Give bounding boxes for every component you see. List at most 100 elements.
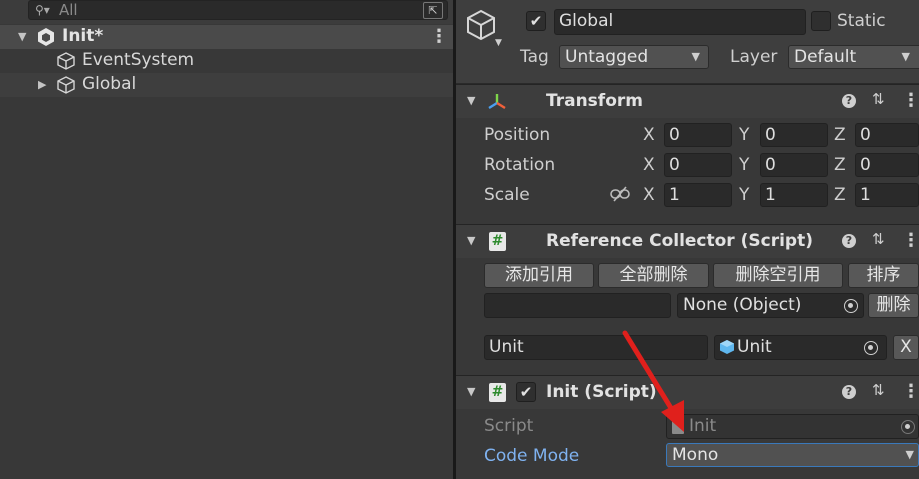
cs-script-icon xyxy=(672,420,684,434)
prefab-cube-icon xyxy=(719,339,735,359)
remove-entry-button[interactable]: X xyxy=(893,335,919,360)
constrain-proportions-icon[interactable] xyxy=(610,186,630,207)
object-picker-icon[interactable] xyxy=(844,299,858,313)
chevron-down-icon: ▼ xyxy=(691,50,700,63)
transform-icon xyxy=(486,91,508,118)
axis-x-label[interactable]: X xyxy=(643,185,655,205)
component-menu-icon[interactable]: ⋮ xyxy=(902,232,919,250)
tag-value: Untagged xyxy=(565,47,649,67)
gameobject-cube-icon xyxy=(56,75,76,100)
new-key-field[interactable] xyxy=(484,293,671,318)
code-mode-dropdown[interactable]: Mono ▼ xyxy=(666,443,919,467)
axis-z-label[interactable]: Z xyxy=(834,185,846,205)
axis-y-label[interactable]: Y xyxy=(739,125,749,145)
object-picker-icon xyxy=(901,420,915,434)
new-object-field[interactable]: None (Object) xyxy=(677,293,864,318)
axis-y-label[interactable]: Y xyxy=(739,185,749,205)
hierarchy-row-global[interactable]: ▶ Global xyxy=(0,73,454,97)
chevron-down-icon: ▼ xyxy=(905,448,914,461)
hierarchy-item-label: Global xyxy=(82,74,137,94)
collapse-triangle-icon[interactable]: ▼ xyxy=(18,30,26,43)
tag-dropdown[interactable]: Untagged ▼ xyxy=(559,45,709,69)
add-reference-button[interactable]: 添加引用 xyxy=(484,263,594,288)
position-z-field[interactable]: 0 xyxy=(855,123,919,147)
scale-x-field[interactable]: 1 xyxy=(664,183,732,207)
hierarchy-row-eventsystem[interactable]: EventSystem xyxy=(0,49,454,73)
reference-collector-title: Reference Collector (Script) xyxy=(546,231,813,251)
position-y-field[interactable]: 0 xyxy=(760,123,828,147)
axis-x-label[interactable]: X xyxy=(643,155,655,175)
script-icon: # xyxy=(489,383,506,402)
hierarchy-item-label: EventSystem xyxy=(82,50,195,70)
layer-dropdown[interactable]: Default ▼ xyxy=(788,45,919,69)
rotation-z-field[interactable]: 0 xyxy=(855,153,919,177)
inspector-panel: ▼ ✔ Global Static Tag Untagged ▼ Layer D… xyxy=(456,0,919,479)
position-x-field[interactable]: 0 xyxy=(664,123,732,147)
none-object-label: None (Object) xyxy=(683,295,802,315)
help-icon[interactable]: ? xyxy=(842,385,856,399)
rotation-label: Rotation xyxy=(484,155,556,175)
entry-key-field[interactable]: Unit xyxy=(484,335,708,360)
position-label: Position xyxy=(484,125,551,145)
delete-all-button[interactable]: 全部删除 xyxy=(598,263,709,288)
scene-menu-icon[interactable]: ⋮ xyxy=(430,28,448,46)
help-icon[interactable]: ? xyxy=(842,94,856,108)
static-label: Static xyxy=(837,11,886,31)
tag-label: Tag xyxy=(520,47,549,67)
init-script-title: Init (Script) xyxy=(546,382,657,402)
scale-y-field[interactable]: 1 xyxy=(760,183,828,207)
scale-label: Scale xyxy=(484,185,530,205)
presets-icon[interactable]: ⇅ xyxy=(872,230,885,248)
scale-z-field[interactable]: 1 xyxy=(855,183,919,207)
reference-collector-header[interactable]: ▼ # Reference Collector (Script) ? ⇅ ⋮ xyxy=(456,224,919,258)
component-menu-icon[interactable]: ⋮ xyxy=(902,92,919,110)
code-mode-label: Code Mode xyxy=(484,446,580,466)
entry-object-field[interactable]: Unit xyxy=(714,335,887,360)
code-mode-value: Mono xyxy=(672,445,719,465)
scene-name: Init* xyxy=(62,26,104,46)
delete-empty-references-button[interactable]: 删除空引用 xyxy=(713,263,843,288)
object-name-field[interactable]: Global xyxy=(554,9,806,35)
presets-icon[interactable]: ⇅ xyxy=(872,381,885,399)
transform-header[interactable]: ▼ Transform ? ⇅ ⋮ xyxy=(456,84,919,118)
entry-object-label: Unit xyxy=(737,337,772,357)
component-enabled-checkbox[interactable]: ✔ xyxy=(516,382,536,402)
search-options-icon[interactable]: ⇱ xyxy=(423,2,443,19)
rotation-y-field[interactable]: 0 xyxy=(760,153,828,177)
hierarchy-row-scene[interactable]: ▼ Init* ⋮ xyxy=(0,25,454,49)
hierarchy-toolbar: ⚲▾ All ⇱ xyxy=(0,0,454,24)
icon-picker-arrow-icon[interactable]: ▼ xyxy=(495,38,502,48)
hierarchy-search-input[interactable]: ⚲▾ All ⇱ xyxy=(28,0,448,20)
help-icon[interactable]: ? xyxy=(842,234,856,248)
sort-button[interactable]: 排序 xyxy=(848,263,919,288)
collapse-triangle-icon[interactable]: ▼ xyxy=(467,234,475,247)
layer-value: Default xyxy=(794,47,857,67)
transform-title: Transform xyxy=(546,91,643,111)
collapse-triangle-icon[interactable]: ▼ xyxy=(467,94,475,107)
search-icon: ⚲▾ xyxy=(35,3,50,17)
expand-triangle-icon[interactable]: ▶ xyxy=(38,78,46,91)
script-icon: # xyxy=(489,232,506,251)
hierarchy-panel: ⚲▾ All ⇱ ▼ Init* ⋮ EventSystem ▶ Global xyxy=(0,0,454,479)
chevron-down-icon: ▼ xyxy=(901,50,910,63)
static-checkbox[interactable] xyxy=(811,11,831,31)
rotation-x-field[interactable]: 0 xyxy=(664,153,732,177)
delete-button[interactable]: 删除 xyxy=(868,293,919,318)
script-label: Script xyxy=(484,416,534,436)
axis-y-label[interactable]: Y xyxy=(739,155,749,175)
inspector-header: ▼ ✔ Global Static Tag Untagged ▼ Layer D… xyxy=(456,0,919,84)
script-field: Init xyxy=(666,414,919,439)
axis-z-label[interactable]: Z xyxy=(834,125,846,145)
init-script-header[interactable]: ▼ # ✔ Init (Script) ? ⇅ ⋮ xyxy=(456,375,919,409)
active-checkbox[interactable]: ✔ xyxy=(526,11,546,31)
axis-x-label[interactable]: X xyxy=(643,125,655,145)
presets-icon[interactable]: ⇅ xyxy=(872,90,885,108)
object-picker-icon[interactable] xyxy=(864,341,878,355)
component-menu-icon[interactable]: ⋮ xyxy=(902,383,919,401)
layer-label: Layer xyxy=(730,47,778,67)
axis-z-label[interactable]: Z xyxy=(834,155,846,175)
collapse-triangle-icon[interactable]: ▼ xyxy=(467,385,475,398)
search-placeholder: All xyxy=(59,1,78,19)
gameobject-large-icon xyxy=(464,8,498,47)
script-value: Init xyxy=(689,416,717,436)
